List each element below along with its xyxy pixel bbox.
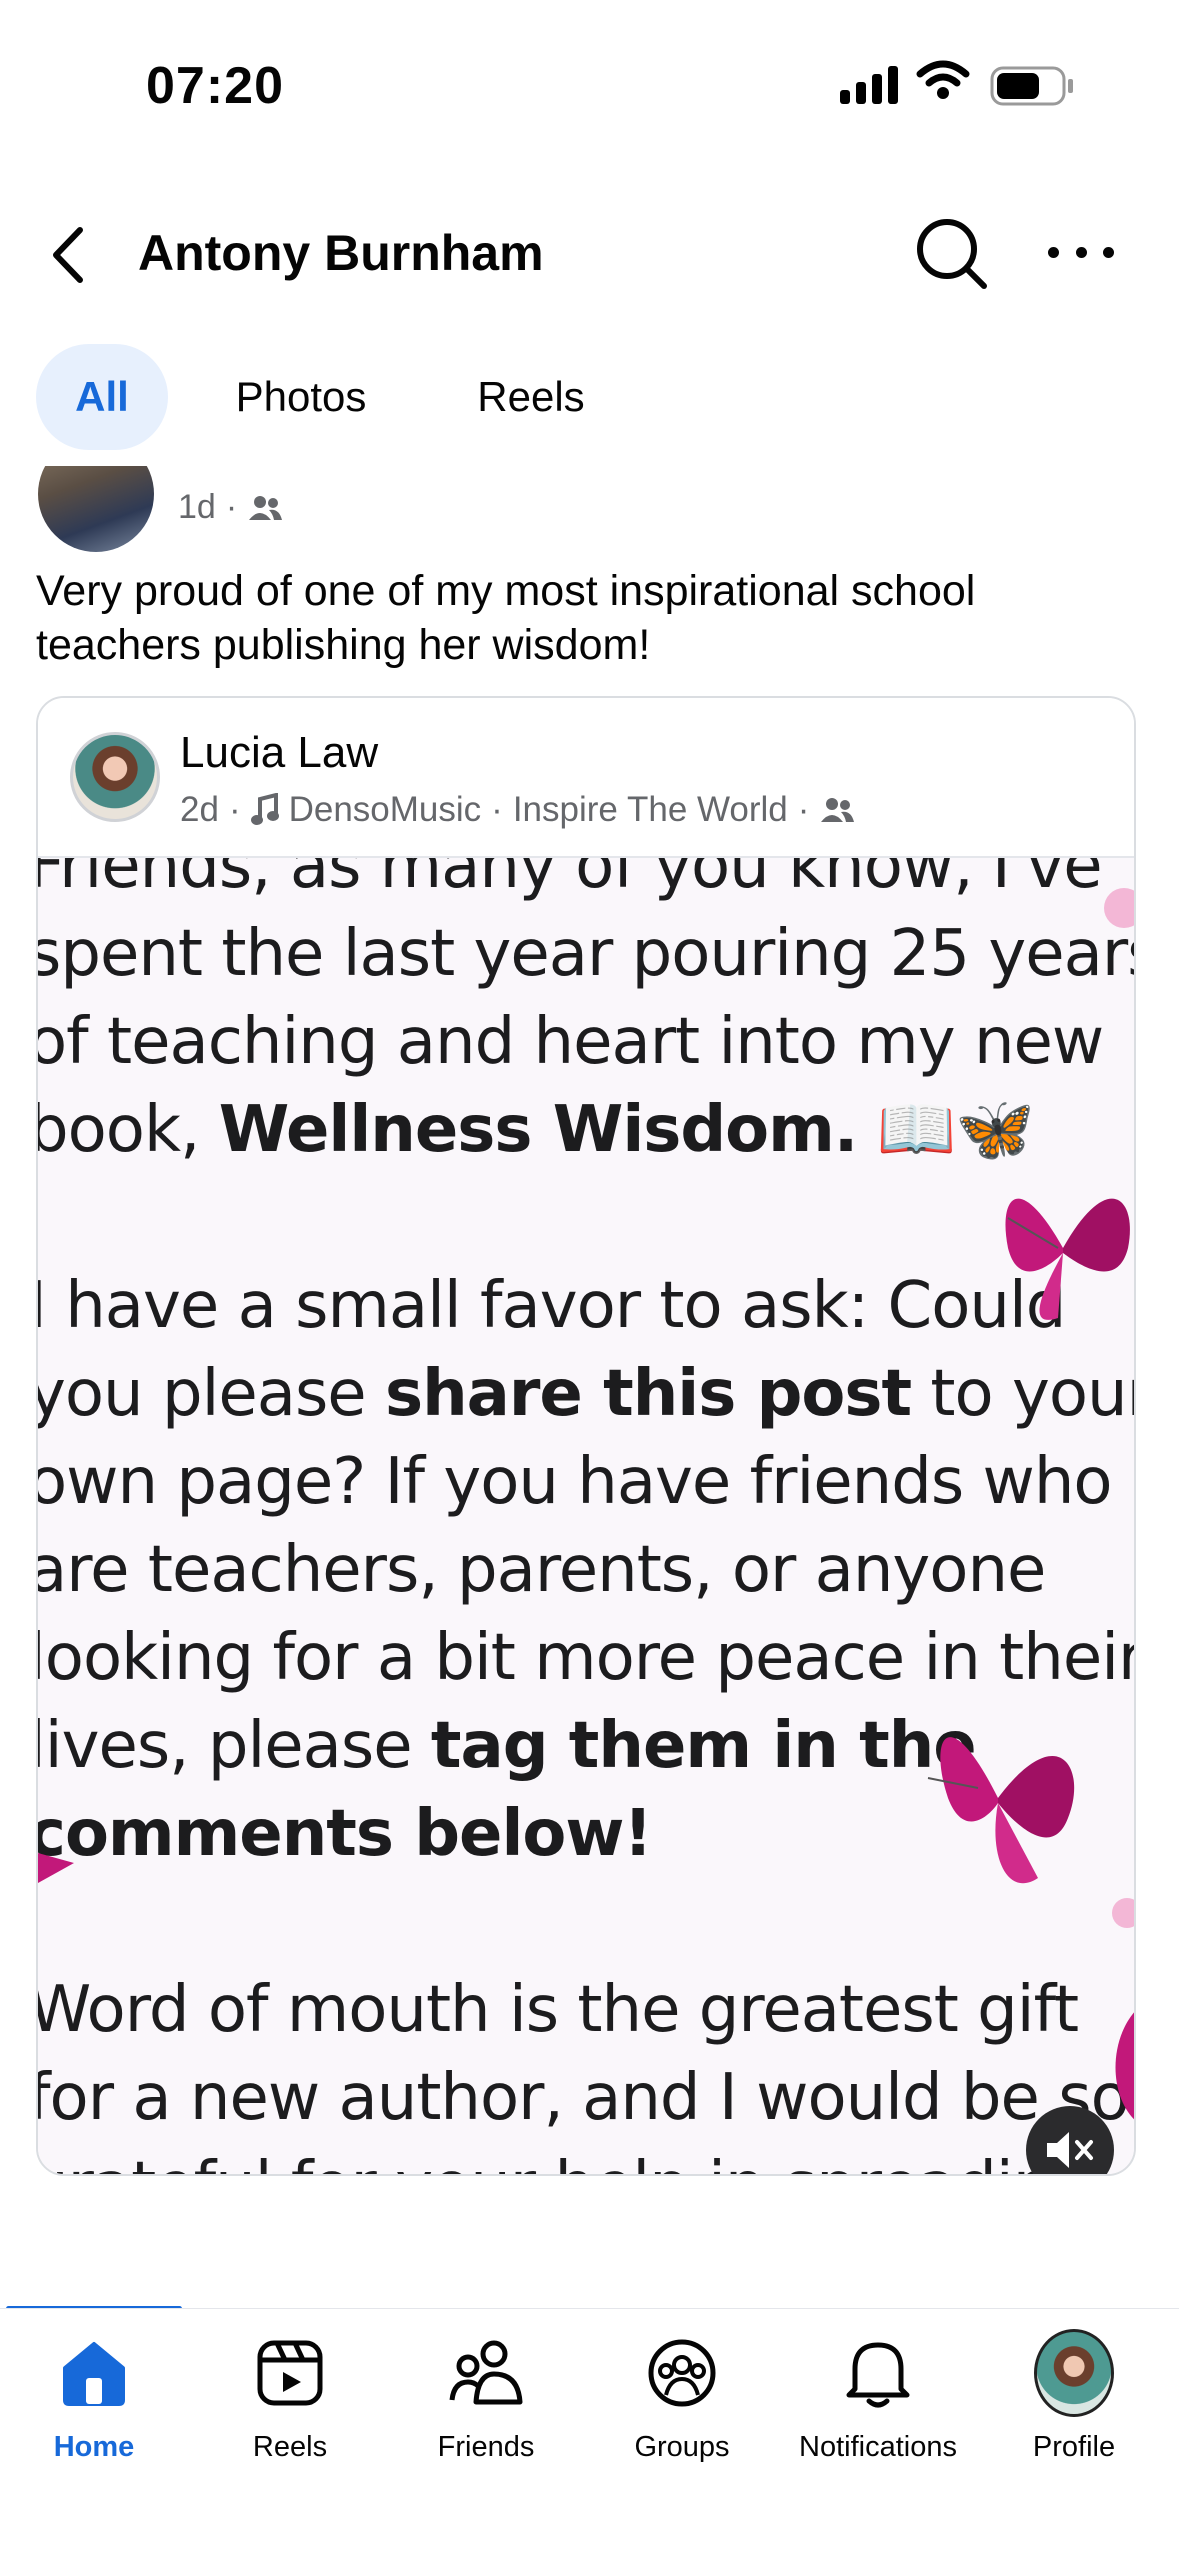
image-text-line: you please share this post to your: [38, 1350, 1134, 1438]
butterfly-icon: [38, 1853, 74, 1883]
nav-notifications[interactable]: Notifications: [780, 2333, 976, 2483]
groups-icon: [642, 2333, 722, 2413]
butterfly-icon: [1005, 1198, 1130, 1320]
nav-home[interactable]: Home: [0, 2333, 192, 2483]
post-text: Very proud of one of my most inspiration…: [36, 567, 976, 669]
back-button[interactable]: [40, 220, 100, 290]
nav-reels-label: Reels: [252, 2431, 328, 2463]
music-title[interactable]: Inspire The World: [513, 790, 788, 830]
image-text-segment: Word of mouth is the greatest gift: [38, 1973, 1079, 2047]
image-text-segment: 📖🦋: [857, 1093, 1034, 1167]
bell-icon: [838, 2333, 918, 2413]
more-options-button[interactable]: [1048, 226, 1114, 278]
home-icon: [54, 2333, 134, 2413]
image-text-segment: lives, please: [38, 1709, 431, 1783]
image-text-line: spent the last year pouring 25 years: [38, 910, 1134, 998]
shared-post-header: Lucia Law 2d · DensoMusic · Inspire The …: [38, 698, 1134, 858]
image-text-line: Friends, as many of you know, I've: [38, 858, 1103, 910]
nav-profile[interactable]: Profile: [976, 2329, 1172, 2483]
signal-icon: [840, 64, 898, 104]
shared-post-time: 2d: [180, 790, 219, 829]
page-title: Antony Burnham: [138, 225, 544, 281]
image-text-segment: of teaching and heart into my new: [38, 1005, 1104, 1079]
image-text-line: book, Wellness Wisdom. 📖🦋: [38, 1086, 1035, 1174]
wifi-icon: [916, 60, 970, 105]
image-text-line: grateful for your help in spreading: [38, 2142, 1093, 2174]
image-text-bold: Wellness Wisdom.: [218, 1093, 858, 1167]
nav-home-label: Home: [53, 2431, 135, 2463]
shared-author-name[interactable]: Lucia Law: [180, 728, 378, 778]
feed: 1d · Very proud of one of my most inspir…: [0, 466, 1179, 2256]
image-text-segment: book,: [38, 1093, 219, 1167]
friends-icon: [821, 798, 855, 822]
nav-notifications-label: Notifications: [799, 2431, 957, 2463]
friends-icon: [446, 2333, 526, 2413]
post-time: 1d: [178, 488, 216, 526]
image-text-line: for a new author, and I would be so: [38, 2054, 1130, 2142]
image-text-segment: spent the last year pouring 25 years: [38, 917, 1134, 991]
image-text-line: lives, please tag them in the: [38, 1702, 977, 1790]
image-text-segment: grateful for your help in spreading: [38, 2149, 1093, 2174]
image-text-bold: tag them in the: [430, 1709, 977, 1783]
tab-all[interactable]: All: [36, 344, 168, 450]
nav-profile-label: Profile: [1032, 2431, 1116, 2463]
bottom-navigation: Home Reels Friends Groups Notifications …: [0, 2308, 1179, 2557]
speaker-muted-icon: [1047, 2132, 1093, 2168]
shared-post-card[interactable]: Lucia Law 2d · DensoMusic · Inspire The …: [36, 696, 1136, 2176]
dot: [1103, 246, 1114, 258]
image-text-bold: share this post: [385, 1357, 912, 1431]
friends-icon: [249, 495, 283, 520]
battery-icon: [990, 66, 1076, 111]
image-text-line: of teaching and heart into my new: [38, 998, 1104, 1086]
chevron-left-icon: [53, 227, 83, 283]
image-text-segment: to your: [911, 1357, 1134, 1431]
nav-reels[interactable]: Reels: [192, 2333, 388, 2483]
shared-post-image[interactable]: Friends, as many of you know, I've spent …: [38, 858, 1134, 2174]
image-text-segment: for a new author, and I would be so: [38, 2061, 1130, 2135]
nav-friends[interactable]: Friends: [388, 2333, 584, 2483]
music-artist[interactable]: DensoMusic: [289, 790, 482, 830]
image-text-segment: own page? If you have friends who: [38, 1445, 1113, 1519]
image-text-bold: comments below!: [38, 1797, 653, 1871]
tab-reels[interactable]: Reels: [448, 344, 614, 450]
status-time: 07:20: [146, 57, 284, 115]
image-text-line: own page? If you have friends who: [38, 1438, 1113, 1526]
post-meta: 1d ·: [178, 488, 283, 527]
nav-groups-label: Groups: [634, 2431, 730, 2463]
image-text-line: are teachers, parents, or anyone: [38, 1526, 1046, 1614]
image-text-segment: I have a small favor to ask: Could: [38, 1269, 1066, 1343]
shared-author-avatar[interactable]: [70, 732, 160, 822]
butterfly-icon: [1115, 2012, 1134, 2119]
image-text-segment: you please: [38, 1357, 385, 1431]
dot: [1075, 246, 1087, 258]
music-note-icon: [250, 793, 279, 825]
image-text-line: I have a small favor to ask: Could: [38, 1262, 1066, 1350]
tab-photos[interactable]: Photos: [196, 344, 406, 450]
search-button[interactable]: [912, 214, 992, 294]
post-author-avatar[interactable]: [38, 466, 154, 552]
nav-groups[interactable]: Groups: [584, 2333, 780, 2483]
profile-avatar: [1034, 2329, 1114, 2417]
butterfly-icon: [927, 1737, 1075, 1884]
image-text-segment: Friends, as many of you know, I've: [38, 858, 1103, 903]
reels-icon: [250, 2333, 330, 2413]
petal-decoration: [1112, 1898, 1134, 1928]
dot: [1048, 246, 1059, 258]
image-text-segment: are teachers, parents, or anyone: [38, 1533, 1046, 1607]
shared-post-meta: 2d · DensoMusic · Inspire The World ·: [180, 790, 855, 830]
nav-friends-label: Friends: [437, 2431, 535, 2463]
image-text-line: Word of mouth is the greatest gift: [38, 1966, 1079, 2054]
image-text-line: comments below!: [38, 1790, 653, 1878]
search-icon: [917, 219, 987, 289]
